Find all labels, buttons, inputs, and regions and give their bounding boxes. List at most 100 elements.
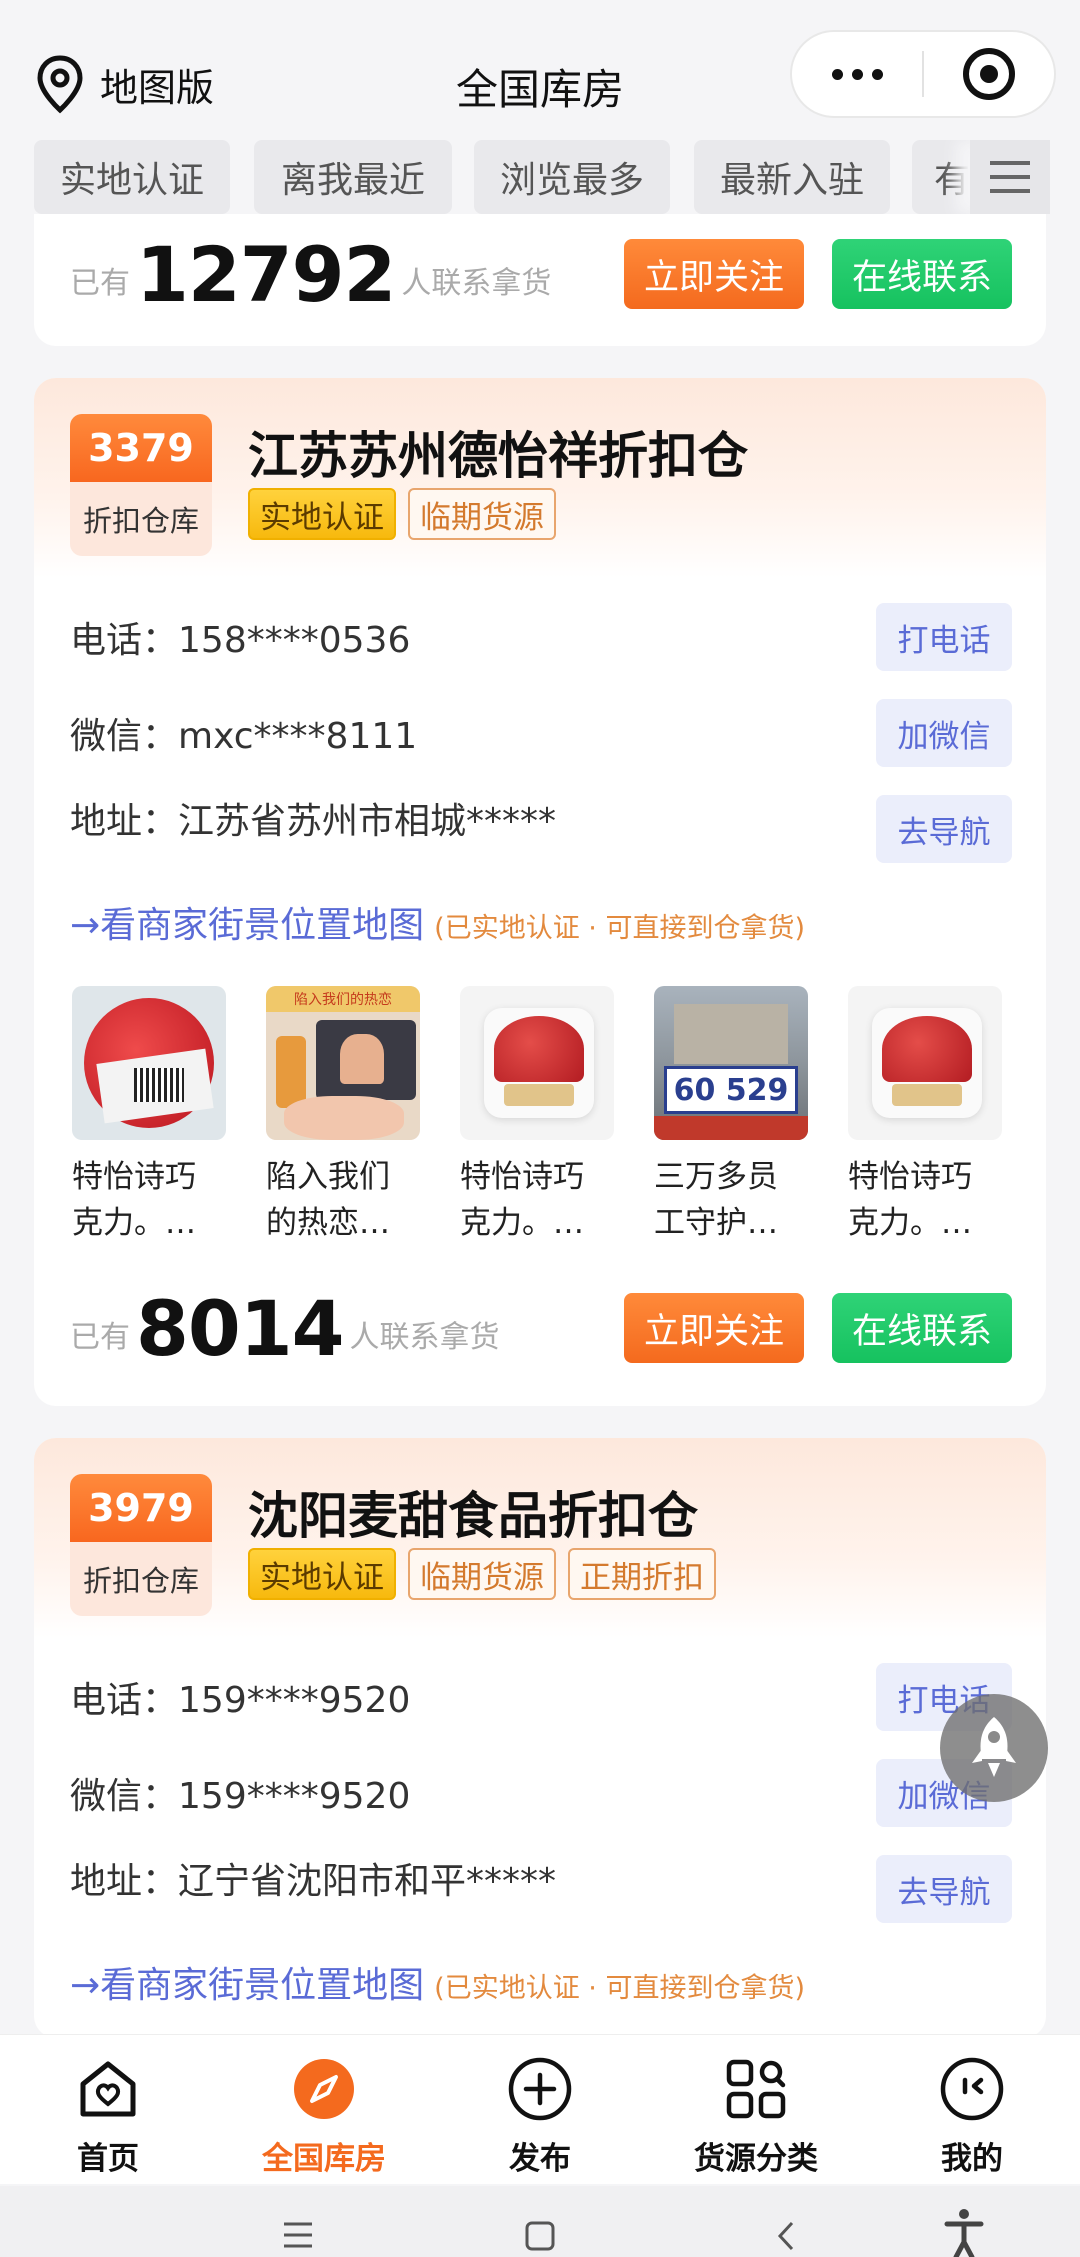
product-caption: 陷入我们 的热恋… (266, 1159, 390, 1241)
navigate-button[interactable]: 去导航 (876, 795, 1012, 863)
online-contact-button[interactable]: 在线联系 (832, 1293, 1012, 1363)
card-header: 3979 折扣仓库 沈阳麦甜食品折扣仓 实地认证 临期货源 正期折扣 (34, 1438, 1046, 1638)
tag-near-expiry: 临期货源 (408, 488, 556, 540)
street-view-map-link[interactable]: →看商家街景位置地图 (已实地认证 · 可直接到仓拿货) (70, 1956, 805, 2008)
address-key: 地址： (70, 801, 179, 842)
recent-apps-button[interactable] (282, 2220, 314, 2254)
contact-prefix: 已有 (70, 266, 130, 301)
add-wechat-button[interactable]: 加微信 (876, 699, 1012, 767)
warehouse-kind: 折扣仓库 (82, 504, 199, 538)
tab-categories[interactable]: 货源分类 (648, 2035, 864, 2184)
product-gallery: 特怡诗巧 克力。… 陷入我们的热恋 陷入我们 的热恋… 特怡诗巧 克力。… 60… (72, 986, 1012, 1246)
plus-circle-icon (504, 2053, 576, 2125)
warehouse-name[interactable]: 沈阳麦甜食品折扣仓 (248, 1476, 698, 1548)
phone-value: 159****9520 (178, 1680, 411, 1721)
tag-verified: 实地认证 (248, 488, 396, 540)
map-link-text: →看商家街景位置地图 (70, 1965, 425, 2006)
compass-icon (288, 2053, 360, 2125)
map-link-note: (已实地认证 · 可直接到仓拿货) (434, 913, 805, 944)
accessibility-button[interactable] (944, 2208, 984, 2257)
call-button[interactable]: 打电话 (876, 603, 1012, 671)
contact-suffix: 人联系拿货 (401, 266, 552, 301)
tab-warehouses[interactable]: 全国库房 (216, 2035, 432, 2184)
tag-regular-discount: 正期折扣 (568, 1548, 716, 1600)
back-system-button[interactable] (774, 2220, 798, 2256)
tab-categories-label: 货源分类 (694, 2141, 818, 2177)
home-system-button[interactable] (524, 2220, 556, 2256)
tag-near-expiry: 临期货源 (408, 1548, 556, 1600)
home-heart-icon (72, 2053, 144, 2125)
phone-key: 电话： (70, 620, 179, 661)
target-close-icon (963, 48, 1015, 100)
contact-count: 8014 (136, 1283, 345, 1373)
address-row: 地址：辽宁省沈阳市和平***** 去导航 (70, 1854, 1012, 1924)
grid-search-icon (720, 2053, 792, 2125)
product-caption: 特怡诗巧 克力。… (848, 1159, 972, 1241)
close-miniprogram-button[interactable] (924, 32, 1054, 116)
score-number: 3979 (70, 1474, 212, 1542)
product-thumbnail (848, 986, 1002, 1140)
filter-most-viewed[interactable]: 浏览最多 (474, 140, 670, 214)
profile-icon (936, 2053, 1008, 2125)
more-dots-icon (831, 68, 883, 80)
product-thumbnail: 60 529 (654, 986, 808, 1140)
wechat-row: 微信：159****9520 加微信 (70, 1758, 1012, 1828)
menu-line (990, 161, 1030, 165)
score-badge: 3379 折扣仓库 (70, 414, 212, 556)
warehouse-name[interactable]: 江苏苏州德怡祥折扣仓 (248, 416, 748, 488)
warehouse-card[interactable]: 3379 折扣仓库 江苏苏州德怡祥折扣仓 实地认证 临期货源 电话：158***… (34, 378, 1046, 1406)
address-value: 江苏省苏州市相城***** (178, 801, 557, 842)
accessibility-icon (944, 2209, 984, 2257)
contact-suffix: 人联系拿货 (349, 1320, 500, 1355)
map-link-text: →看商家街景位置地图 (70, 905, 425, 946)
rocket-icon (972, 1717, 1016, 1777)
filter-menu-button[interactable] (970, 140, 1050, 214)
filter-newest[interactable]: 最新入驻 (694, 140, 890, 214)
tab-profile-label: 我的 (941, 2141, 1003, 2177)
contact-bar: 已有 8014 人联系拿货 立即关注 在线联系 (70, 1283, 1012, 1373)
contact-bar: 已有 12792 人联系拿货 立即关注 在线联系 (70, 229, 1012, 319)
filter-nearest[interactable]: 离我最近 (254, 140, 452, 214)
online-contact-button[interactable]: 在线联系 (832, 239, 1012, 309)
street-view-map-link[interactable]: →看商家街景位置地图 (已实地认证 · 可直接到仓拿货) (70, 896, 805, 948)
tag-verified: 实地认证 (248, 1548, 396, 1600)
product-item[interactable]: 特怡诗巧 克力。… (848, 986, 1012, 1246)
tab-publish[interactable]: 发布 (432, 2035, 648, 2184)
wechat-key: 微信： (70, 1776, 179, 1817)
more-button[interactable] (792, 32, 922, 116)
system-navigation-bar (0, 2186, 1080, 2257)
tab-publish-label: 发布 (509, 2141, 571, 2177)
phone-row: 电话：158****0536 打电话 (70, 602, 1012, 672)
menu-line (990, 189, 1030, 193)
phone-value: 158****0536 (178, 620, 411, 661)
filter-bar: 实地认证 离我最近 浏览最多 最新入驻 有 (0, 140, 1080, 214)
address-row: 地址：江苏省苏州市相城***** 去导航 (70, 794, 1012, 864)
product-item[interactable]: 陷入我们的热恋 陷入我们 的热恋… (266, 986, 430, 1246)
follow-button[interactable]: 立即关注 (624, 1293, 804, 1363)
tab-home-label: 首页 (77, 2141, 139, 2177)
tag-list: 实地认证 临期货源 正期折扣 (248, 1548, 716, 1600)
wechat-value: 159****9520 (178, 1776, 411, 1817)
product-item[interactable]: 特怡诗巧 克力。… (72, 986, 236, 1246)
menu-lines-icon (284, 2222, 312, 2248)
filter-verified[interactable]: 实地认证 (34, 140, 230, 214)
back-to-top-button[interactable] (940, 1694, 1048, 1802)
warehouse-card: 已有 12792 人联系拿货 立即关注 在线联系 (34, 214, 1046, 346)
map-link-note: (已实地认证 · 可直接到仓拿货) (434, 1973, 805, 2004)
product-caption: 特怡诗巧 克力。… (460, 1159, 584, 1241)
score-number: 3379 (70, 414, 212, 482)
navigate-button[interactable]: 去导航 (876, 1855, 1012, 1923)
contact-prefix: 已有 (70, 1320, 130, 1355)
wechat-key: 微信： (70, 716, 179, 757)
contact-count: 12792 (136, 229, 396, 319)
follow-button[interactable]: 立即关注 (624, 239, 804, 309)
product-thumbnail (72, 986, 226, 1140)
tab-profile[interactable]: 我的 (864, 2035, 1080, 2184)
warehouse-kind: 折扣仓库 (82, 1564, 199, 1598)
warehouse-card[interactable]: 3979 折扣仓库 沈阳麦甜食品折扣仓 实地认证 临期货源 正期折扣 电话：15… (34, 1438, 1046, 2038)
tab-home[interactable]: 首页 (0, 2035, 216, 2184)
product-item[interactable]: 特怡诗巧 克力。… (460, 986, 624, 1246)
wechat-row: 微信：mxc****8111 加微信 (70, 698, 1012, 768)
product-item[interactable]: 60 529 三万多员 工守护… (654, 986, 818, 1246)
miniprogram-capsule (790, 30, 1056, 118)
